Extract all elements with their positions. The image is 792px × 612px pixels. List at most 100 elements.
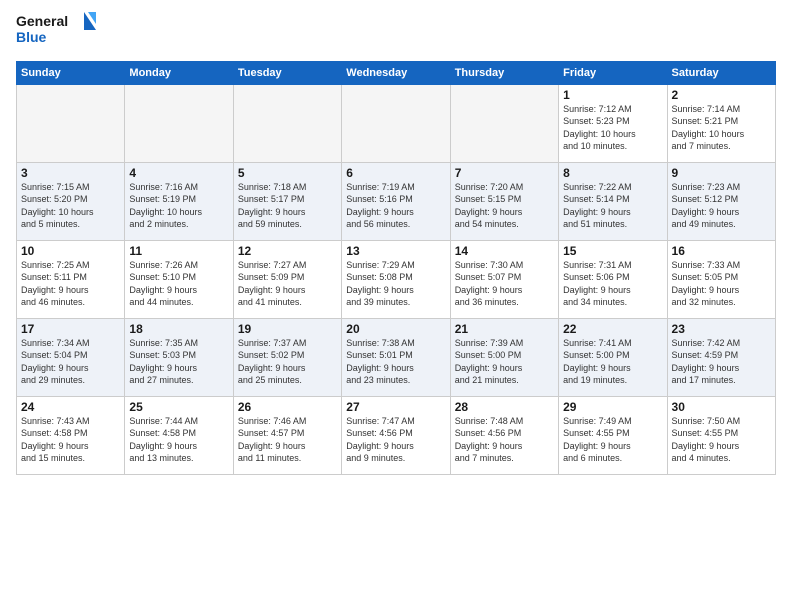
day-info: Sunrise: 7:49 AM Sunset: 4:55 PM Dayligh… <box>563 415 662 465</box>
day-number: 4 <box>129 166 228 180</box>
day-info: Sunrise: 7:43 AM Sunset: 4:58 PM Dayligh… <box>21 415 120 465</box>
day-number: 29 <box>563 400 662 414</box>
weekday-header-tuesday: Tuesday <box>233 61 341 84</box>
calendar-day-cell: 23Sunrise: 7:42 AM Sunset: 4:59 PM Dayli… <box>667 318 775 396</box>
weekday-header-saturday: Saturday <box>667 61 775 84</box>
day-info: Sunrise: 7:41 AM Sunset: 5:00 PM Dayligh… <box>563 337 662 387</box>
day-number: 6 <box>346 166 445 180</box>
svg-text:General: General <box>16 13 68 29</box>
day-number: 24 <box>21 400 120 414</box>
calendar-week-row: 17Sunrise: 7:34 AM Sunset: 5:04 PM Dayli… <box>17 318 776 396</box>
day-info: Sunrise: 7:27 AM Sunset: 5:09 PM Dayligh… <box>238 259 337 309</box>
calendar-week-row: 24Sunrise: 7:43 AM Sunset: 4:58 PM Dayli… <box>17 396 776 474</box>
day-number: 27 <box>346 400 445 414</box>
day-number: 16 <box>672 244 771 258</box>
day-number: 2 <box>672 88 771 102</box>
calendar-day-cell: 28Sunrise: 7:48 AM Sunset: 4:56 PM Dayli… <box>450 396 558 474</box>
day-info: Sunrise: 7:34 AM Sunset: 5:04 PM Dayligh… <box>21 337 120 387</box>
day-info: Sunrise: 7:38 AM Sunset: 5:01 PM Dayligh… <box>346 337 445 387</box>
calendar-day-cell <box>125 84 233 162</box>
day-info: Sunrise: 7:46 AM Sunset: 4:57 PM Dayligh… <box>238 415 337 465</box>
day-number: 19 <box>238 322 337 336</box>
day-number: 20 <box>346 322 445 336</box>
day-info: Sunrise: 7:47 AM Sunset: 4:56 PM Dayligh… <box>346 415 445 465</box>
weekday-header-monday: Monday <box>125 61 233 84</box>
calendar-day-cell: 11Sunrise: 7:26 AM Sunset: 5:10 PM Dayli… <box>125 240 233 318</box>
day-info: Sunrise: 7:30 AM Sunset: 5:07 PM Dayligh… <box>455 259 554 309</box>
calendar-day-cell: 4Sunrise: 7:16 AM Sunset: 5:19 PM Daylig… <box>125 162 233 240</box>
day-number: 21 <box>455 322 554 336</box>
calendar-day-cell: 10Sunrise: 7:25 AM Sunset: 5:11 PM Dayli… <box>17 240 125 318</box>
day-number: 14 <box>455 244 554 258</box>
calendar-day-cell: 8Sunrise: 7:22 AM Sunset: 5:14 PM Daylig… <box>559 162 667 240</box>
calendar-day-cell: 9Sunrise: 7:23 AM Sunset: 5:12 PM Daylig… <box>667 162 775 240</box>
day-info: Sunrise: 7:26 AM Sunset: 5:10 PM Dayligh… <box>129 259 228 309</box>
calendar-day-cell: 21Sunrise: 7:39 AM Sunset: 5:00 PM Dayli… <box>450 318 558 396</box>
day-number: 1 <box>563 88 662 102</box>
day-number: 28 <box>455 400 554 414</box>
logo-svg: General Blue <box>16 12 96 48</box>
header: General Blue <box>16 12 776 53</box>
calendar-day-cell: 7Sunrise: 7:20 AM Sunset: 5:15 PM Daylig… <box>450 162 558 240</box>
calendar-day-cell: 15Sunrise: 7:31 AM Sunset: 5:06 PM Dayli… <box>559 240 667 318</box>
day-number: 15 <box>563 244 662 258</box>
calendar-day-cell: 13Sunrise: 7:29 AM Sunset: 5:08 PM Dayli… <box>342 240 450 318</box>
day-info: Sunrise: 7:33 AM Sunset: 5:05 PM Dayligh… <box>672 259 771 309</box>
day-number: 25 <box>129 400 228 414</box>
logo-text-block: General Blue <box>16 12 96 53</box>
day-info: Sunrise: 7:50 AM Sunset: 4:55 PM Dayligh… <box>672 415 771 465</box>
calendar-week-row: 1Sunrise: 7:12 AM Sunset: 5:23 PM Daylig… <box>17 84 776 162</box>
page: General Blue SundayMondayTuesdayWednesda… <box>0 0 792 612</box>
calendar-day-cell: 2Sunrise: 7:14 AM Sunset: 5:21 PM Daylig… <box>667 84 775 162</box>
calendar-day-cell <box>17 84 125 162</box>
calendar-day-cell: 1Sunrise: 7:12 AM Sunset: 5:23 PM Daylig… <box>559 84 667 162</box>
calendar-day-cell: 29Sunrise: 7:49 AM Sunset: 4:55 PM Dayli… <box>559 396 667 474</box>
calendar-day-cell: 12Sunrise: 7:27 AM Sunset: 5:09 PM Dayli… <box>233 240 341 318</box>
calendar-day-cell: 26Sunrise: 7:46 AM Sunset: 4:57 PM Dayli… <box>233 396 341 474</box>
day-info: Sunrise: 7:16 AM Sunset: 5:19 PM Dayligh… <box>129 181 228 231</box>
calendar-day-cell: 6Sunrise: 7:19 AM Sunset: 5:16 PM Daylig… <box>342 162 450 240</box>
calendar-day-cell: 20Sunrise: 7:38 AM Sunset: 5:01 PM Dayli… <box>342 318 450 396</box>
calendar-day-cell: 19Sunrise: 7:37 AM Sunset: 5:02 PM Dayli… <box>233 318 341 396</box>
day-number: 3 <box>21 166 120 180</box>
calendar-day-cell: 22Sunrise: 7:41 AM Sunset: 5:00 PM Dayli… <box>559 318 667 396</box>
calendar-day-cell: 16Sunrise: 7:33 AM Sunset: 5:05 PM Dayli… <box>667 240 775 318</box>
day-info: Sunrise: 7:19 AM Sunset: 5:16 PM Dayligh… <box>346 181 445 231</box>
day-info: Sunrise: 7:20 AM Sunset: 5:15 PM Dayligh… <box>455 181 554 231</box>
calendar-day-cell: 3Sunrise: 7:15 AM Sunset: 5:20 PM Daylig… <box>17 162 125 240</box>
calendar-day-cell: 25Sunrise: 7:44 AM Sunset: 4:58 PM Dayli… <box>125 396 233 474</box>
calendar-day-cell: 14Sunrise: 7:30 AM Sunset: 5:07 PM Dayli… <box>450 240 558 318</box>
calendar-day-cell: 18Sunrise: 7:35 AM Sunset: 5:03 PM Dayli… <box>125 318 233 396</box>
calendar-day-cell <box>233 84 341 162</box>
day-info: Sunrise: 7:37 AM Sunset: 5:02 PM Dayligh… <box>238 337 337 387</box>
day-info: Sunrise: 7:29 AM Sunset: 5:08 PM Dayligh… <box>346 259 445 309</box>
calendar-week-row: 10Sunrise: 7:25 AM Sunset: 5:11 PM Dayli… <box>17 240 776 318</box>
day-info: Sunrise: 7:25 AM Sunset: 5:11 PM Dayligh… <box>21 259 120 309</box>
day-number: 12 <box>238 244 337 258</box>
calendar-day-cell: 30Sunrise: 7:50 AM Sunset: 4:55 PM Dayli… <box>667 396 775 474</box>
weekday-header-friday: Friday <box>559 61 667 84</box>
logo: General Blue <box>16 12 96 53</box>
day-info: Sunrise: 7:12 AM Sunset: 5:23 PM Dayligh… <box>563 103 662 153</box>
day-number: 18 <box>129 322 228 336</box>
day-number: 26 <box>238 400 337 414</box>
weekday-header-thursday: Thursday <box>450 61 558 84</box>
day-info: Sunrise: 7:39 AM Sunset: 5:00 PM Dayligh… <box>455 337 554 387</box>
day-info: Sunrise: 7:31 AM Sunset: 5:06 PM Dayligh… <box>563 259 662 309</box>
calendar-day-cell: 24Sunrise: 7:43 AM Sunset: 4:58 PM Dayli… <box>17 396 125 474</box>
day-info: Sunrise: 7:23 AM Sunset: 5:12 PM Dayligh… <box>672 181 771 231</box>
day-info: Sunrise: 7:48 AM Sunset: 4:56 PM Dayligh… <box>455 415 554 465</box>
calendar-day-cell <box>342 84 450 162</box>
day-number: 7 <box>455 166 554 180</box>
day-number: 5 <box>238 166 337 180</box>
day-number: 11 <box>129 244 228 258</box>
day-info: Sunrise: 7:14 AM Sunset: 5:21 PM Dayligh… <box>672 103 771 153</box>
svg-text:Blue: Blue <box>16 29 47 45</box>
day-info: Sunrise: 7:44 AM Sunset: 4:58 PM Dayligh… <box>129 415 228 465</box>
day-number: 22 <box>563 322 662 336</box>
calendar-table: SundayMondayTuesdayWednesdayThursdayFrid… <box>16 61 776 475</box>
day-number: 8 <box>563 166 662 180</box>
weekday-header-wednesday: Wednesday <box>342 61 450 84</box>
day-info: Sunrise: 7:35 AM Sunset: 5:03 PM Dayligh… <box>129 337 228 387</box>
day-number: 17 <box>21 322 120 336</box>
